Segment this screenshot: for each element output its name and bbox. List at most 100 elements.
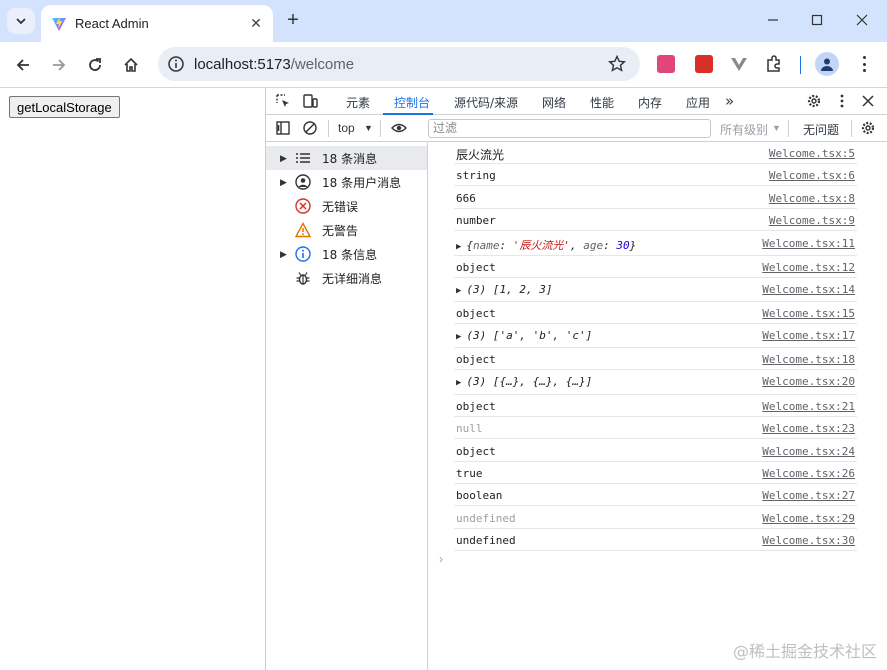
source-link[interactable]: Welcome.tsx:17 xyxy=(762,329,855,342)
bookmark-star-icon[interactable] xyxy=(608,55,626,73)
browser-menu-icon[interactable] xyxy=(855,54,873,74)
warning-icon xyxy=(295,222,311,238)
toolbar-divider xyxy=(380,120,381,137)
expand-arrow-icon[interactable]: ▶ xyxy=(456,378,461,388)
minimize-icon[interactable] xyxy=(763,10,783,30)
console-prompt[interactable]: › xyxy=(439,552,443,566)
translate-extension-icon[interactable] xyxy=(657,55,675,73)
source-link[interactable]: Welcome.tsx:23 xyxy=(762,422,855,435)
source-link[interactable]: Welcome.tsx:5 xyxy=(769,147,855,160)
expand-arrow-icon[interactable]: ▶ xyxy=(280,249,287,260)
source-link[interactable]: Welcome.tsx:6 xyxy=(769,169,855,182)
address-bar[interactable]: localhost:5173/welcome xyxy=(158,47,640,81)
log-levels-dropdown[interactable]: 所有级别 xyxy=(720,121,768,138)
browser-tab[interactable]: React Admin ✕ xyxy=(41,5,273,42)
sidebar-item-info[interactable]: ▶ 18 条信息 xyxy=(266,242,427,266)
array-preview: (3) ['a', 'b', 'c'] xyxy=(466,329,593,342)
site-info-icon[interactable] xyxy=(166,54,186,74)
tab-search-button[interactable] xyxy=(7,8,35,34)
console-message[interactable]: ▶ (3) ['a', 'b', 'c'] Welcome.tsx:17 xyxy=(454,324,857,348)
expand-arrow-icon[interactable]: ▶ xyxy=(280,177,287,188)
home-icon[interactable] xyxy=(120,54,142,76)
filter-input[interactable]: 过滤 xyxy=(428,119,711,138)
reload-icon[interactable] xyxy=(84,54,106,76)
source-link[interactable]: Welcome.tsx:15 xyxy=(762,307,855,320)
sidebar-item-messages[interactable]: ▶ 18 条消息 xyxy=(266,146,427,170)
toolbar-divider xyxy=(328,120,329,137)
sidebar-item-label: 无警告 xyxy=(322,223,359,238)
close-tab-icon[interactable]: ✕ xyxy=(247,14,265,32)
source-link[interactable]: Welcome.tsx:20 xyxy=(762,375,855,388)
console-message[interactable]: ▶ (3) [{…}, {…}, {…}] Welcome.tsx:20 xyxy=(454,370,857,395)
tab-elements[interactable]: 元素 xyxy=(346,94,370,111)
object-value: 30 xyxy=(616,239,630,252)
caret-down-icon[interactable]: ▼ xyxy=(772,123,781,133)
sidebar-item-errors[interactable]: 无错误 xyxy=(266,194,427,218)
source-link[interactable]: Welcome.tsx:29 xyxy=(762,512,855,525)
tab-console[interactable]: 控制台 xyxy=(394,94,430,111)
extension-icon[interactable] xyxy=(695,55,713,73)
source-link[interactable]: Welcome.tsx:27 xyxy=(762,489,855,502)
console-message: undefined Welcome.tsx:30 xyxy=(454,529,857,551)
tab-network[interactable]: 网络 xyxy=(542,94,566,111)
close-devtools-icon[interactable] xyxy=(860,93,876,109)
tab-performance[interactable]: 性能 xyxy=(590,94,614,111)
source-link[interactable]: Welcome.tsx:14 xyxy=(762,283,855,296)
browser-toolbar: localhost:5173/welcome xyxy=(0,42,887,88)
message-object[interactable]: ▶ {name: '辰火流光', age: 30} xyxy=(456,237,636,253)
get-local-storage-button[interactable]: getLocalStorage xyxy=(9,96,120,118)
back-icon[interactable] xyxy=(12,54,34,76)
caret-down-icon[interactable]: ▼ xyxy=(364,123,373,133)
bug-icon xyxy=(295,270,311,286)
source-link[interactable]: Welcome.tsx:9 xyxy=(769,214,855,227)
eye-icon[interactable] xyxy=(391,120,407,136)
tab-application[interactable]: 应用 xyxy=(686,94,710,111)
puzzle-icon[interactable] xyxy=(765,55,783,73)
message-array[interactable]: ▶ (3) [{…}, {…}, {…}] xyxy=(456,375,592,388)
inspect-element-icon[interactable] xyxy=(275,93,291,109)
source-link[interactable]: Welcome.tsx:11 xyxy=(762,237,855,250)
new-tab-button[interactable]: + xyxy=(283,10,303,30)
expand-arrow-icon[interactable]: ▶ xyxy=(280,153,287,164)
more-tabs-icon[interactable]: » xyxy=(725,92,734,110)
message-array[interactable]: ▶ (3) ['a', 'b', 'c'] xyxy=(456,329,592,342)
clear-console-icon[interactable] xyxy=(302,120,318,136)
forward-icon[interactable] xyxy=(48,54,70,76)
more-options-icon[interactable] xyxy=(834,93,850,109)
source-link[interactable]: Welcome.tsx:8 xyxy=(769,192,855,205)
expand-arrow-icon[interactable]: ▶ xyxy=(456,286,461,296)
tab-sources[interactable]: 源代码/来源 xyxy=(454,94,518,111)
sidebar-item-verbose[interactable]: 无详细消息 xyxy=(266,266,427,290)
settings-gear-icon[interactable] xyxy=(806,93,822,109)
message-array[interactable]: ▶ (3) [1, 2, 3] xyxy=(456,283,553,296)
profile-avatar-icon[interactable] xyxy=(815,52,839,76)
context-selector[interactable]: top xyxy=(338,121,355,135)
console-message[interactable]: ▶ {name: '辰火流光', age: 30} Welcome.tsx:11 xyxy=(454,232,857,256)
sidebar-item-user-messages[interactable]: ▶ 18 条用户消息 xyxy=(266,170,427,194)
url-text[interactable]: localhost:5173/welcome xyxy=(194,56,354,73)
message-text: object xyxy=(456,353,496,366)
issues-counter[interactable]: 无问题 xyxy=(803,121,839,138)
sidebar-item-label: 无错误 xyxy=(322,199,359,214)
tab-memory[interactable]: 内存 xyxy=(638,94,662,111)
message-text: object xyxy=(456,400,496,413)
expand-arrow-icon[interactable]: ▶ xyxy=(456,242,461,252)
close-window-icon[interactable] xyxy=(852,10,872,30)
vue-devtools-icon[interactable] xyxy=(730,55,748,73)
source-link[interactable]: Welcome.tsx:24 xyxy=(762,445,855,458)
maximize-icon[interactable] xyxy=(807,10,827,30)
source-link[interactable]: Welcome.tsx:30 xyxy=(762,534,855,547)
sidebar-item-label: 18 条信息 xyxy=(322,247,378,262)
toolbar-divider xyxy=(788,120,789,137)
device-toolbar-icon[interactable] xyxy=(302,93,318,109)
sidebar-item-warnings[interactable]: 无警告 xyxy=(266,218,427,242)
console-message[interactable]: ▶ (3) [1, 2, 3] Welcome.tsx:14 xyxy=(454,278,857,302)
console-settings-icon[interactable] xyxy=(860,120,876,136)
expand-arrow-icon[interactable]: ▶ xyxy=(456,332,461,342)
source-link[interactable]: Welcome.tsx:21 xyxy=(762,400,855,413)
source-link[interactable]: Welcome.tsx:12 xyxy=(762,261,855,274)
source-link[interactable]: Welcome.tsx:26 xyxy=(762,467,855,480)
message-text: true xyxy=(456,467,483,480)
source-link[interactable]: Welcome.tsx:18 xyxy=(762,353,855,366)
toggle-sidebar-icon[interactable] xyxy=(275,120,291,136)
